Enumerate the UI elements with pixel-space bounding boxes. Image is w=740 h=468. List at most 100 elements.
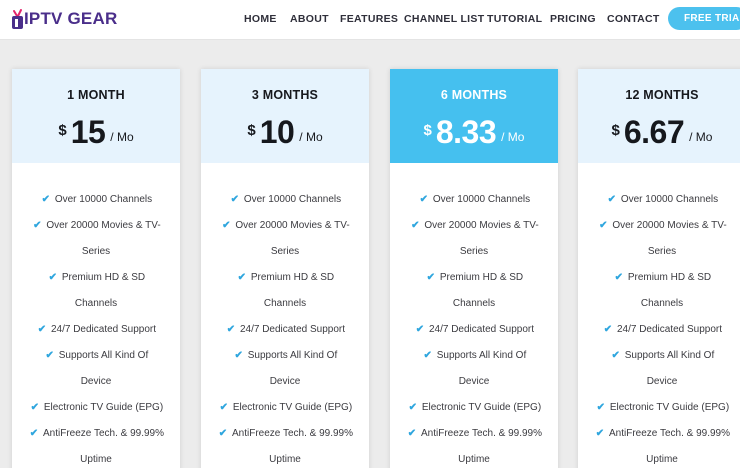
check-icon: ✔ xyxy=(37,324,47,335)
feature-text-continued: Channels xyxy=(263,298,307,309)
check-icon: ✔ xyxy=(222,220,231,231)
feature-text: Over 20000 Movies & TV- xyxy=(235,220,350,231)
feature-text: Over 10000 Channels xyxy=(243,194,342,205)
check-icon: ✔ xyxy=(599,220,608,231)
feature-text: Electronic TV Guide (EPG) xyxy=(609,402,730,413)
feature-text-continued: Series xyxy=(647,246,677,257)
feature-text-continued: Series xyxy=(81,246,111,257)
check-icon: ✔ xyxy=(29,428,39,439)
pricing-card: 12 MONTHS $6.67/ Mo ✔ Over 10000 Channels ✔ O… xyxy=(578,69,740,468)
feature-item: ✔ Over 20000 Movies & TV- xyxy=(390,213,558,239)
feature-text: AntiFreeze Tech. & 99.99% xyxy=(421,428,542,439)
feature-text: Over 20000 Movies & TV- xyxy=(612,220,727,231)
feature-text-continued: Series xyxy=(270,246,300,257)
feature-text: Electronic TV Guide (EPG) xyxy=(421,402,542,413)
feature-text-continued: Series xyxy=(459,246,489,257)
check-icon: ✔ xyxy=(33,220,42,231)
feature-text-continued: Channels xyxy=(640,298,684,309)
check-icon: ✔ xyxy=(415,324,425,335)
feature-text-continued: Device xyxy=(646,376,678,387)
feature-list: ✔ Over 10000 Channels ✔ Over 20000 Movies &… xyxy=(12,187,180,468)
feature-item: ✔ Over 10000 Channels xyxy=(201,187,369,213)
currency-symbol: $ xyxy=(611,122,620,139)
currency-symbol: $ xyxy=(423,122,432,139)
check-icon: ✔ xyxy=(426,272,435,283)
feature-text: 24/7 Dedicated Support xyxy=(616,324,723,335)
feature-item: ✔ 24/7 Dedicated Support xyxy=(390,317,558,343)
free-trial-button[interactable]: FREE TRIAL xyxy=(668,7,740,30)
feature-text-continued: Uptime xyxy=(458,454,490,465)
feature-item: ✔ AntiFreeze Tech. & 99.99% xyxy=(12,421,180,447)
check-icon: ✔ xyxy=(607,194,617,205)
feature-text: Over 20000 Movies & TV- xyxy=(424,220,539,231)
feature-item: ✔ 24/7 Dedicated Support xyxy=(201,317,369,343)
currency-symbol: $ xyxy=(247,122,256,139)
feature-text-continued: Device xyxy=(269,376,301,387)
check-icon: ✔ xyxy=(41,194,51,205)
plan-name: 6 MONTHS xyxy=(440,88,508,102)
nav-tutorial[interactable]: TUTORIAL xyxy=(487,13,542,25)
nav-home[interactable]: HOME xyxy=(244,13,277,25)
price-amount: 10 xyxy=(259,114,295,150)
price-amount: 15 xyxy=(70,114,106,150)
pricing-card: 6 MONTHS $8.33/ Mo ✔ Over 10000 Channels ✔ Ov… xyxy=(390,69,558,468)
feature-item: ✔ 24/7 Dedicated Support xyxy=(578,317,740,343)
nav-features[interactable]: FEATURES xyxy=(340,13,398,25)
feature-item: ✔ Electronic TV Guide (EPG) xyxy=(578,395,740,421)
feature-item: ✔ Electronic TV Guide (EPG) xyxy=(390,395,558,421)
feature-text-continued: Channels xyxy=(74,298,118,309)
feature-text-continued: Uptime xyxy=(646,454,678,465)
feature-text: Premium HD & SD xyxy=(439,272,524,283)
card-header: 6 MONTHS $8.33 / Mo xyxy=(390,69,558,163)
feature-item: ✔ Over 20000 Movies & TV- xyxy=(201,213,369,239)
plan-name: 3 MONTHS xyxy=(251,88,319,102)
price-row: $15 / Mo xyxy=(12,111,180,149)
pricing-card: 3 MONTHS $10/ Mo ✔ Over 10000 Channels ✔ Over… xyxy=(201,69,369,468)
price-period: / Mo xyxy=(110,130,134,144)
check-icon: ✔ xyxy=(595,428,605,439)
feature-list: ✔ Over 10000 Channels ✔ Over 20000 Movies &… xyxy=(578,187,740,468)
check-icon: ✔ xyxy=(407,428,417,439)
feature-item: ✔ Over 10000 Channels xyxy=(578,187,740,213)
check-icon: ✔ xyxy=(237,272,246,283)
feature-item: ✔ Over 20000 Movies & TV- xyxy=(12,213,180,239)
feature-text: 24/7 Dedicated Support xyxy=(428,324,535,335)
feature-item: ✔ Over 20000 Movies & TV- xyxy=(578,213,740,239)
nav-contact[interactable]: CONTACT xyxy=(607,13,660,25)
feature-list: ✔ Over 10000 Channels ✔ Over 20000 Movies &… xyxy=(201,187,369,468)
feature-text-continued: Channels xyxy=(452,298,496,309)
check-icon: ✔ xyxy=(596,402,606,413)
feature-text: AntiFreeze Tech. & 99.99% xyxy=(232,428,353,439)
feature-item: ✔ Premium HD & SD xyxy=(12,265,180,291)
feature-item: ✔ 24/7 Dedicated Support xyxy=(12,317,180,343)
top-navbar: IPTV GEAR HOME ABOUT FEATURES CHANNEL LI… xyxy=(0,0,740,40)
price-period: / Mo xyxy=(299,130,323,144)
check-icon: ✔ xyxy=(611,350,620,361)
plan-name: 12 MONTHS xyxy=(625,88,699,102)
feature-item: ✔ Premium HD & SD xyxy=(578,265,740,291)
price-row: $10 / Mo xyxy=(201,111,369,149)
check-icon: ✔ xyxy=(30,402,40,413)
main-nav: HOME ABOUT FEATURES CHANNEL LIST TUTORIA… xyxy=(0,0,740,38)
feature-item: ✔ AntiFreeze Tech. & 99.99% xyxy=(201,421,369,447)
feature-text: Supports All Kind Of xyxy=(247,350,338,361)
nav-pricing[interactable]: PRICING xyxy=(550,13,596,25)
feature-text-continued: Device xyxy=(458,376,490,387)
price-period: / Mo xyxy=(501,130,525,144)
feature-text: 24/7 Dedicated Support xyxy=(50,324,157,335)
feature-text: AntiFreeze Tech. & 99.99% xyxy=(43,428,164,439)
nav-channel-list[interactable]: CHANNEL LIST xyxy=(404,13,484,25)
check-icon: ✔ xyxy=(423,350,432,361)
feature-item: ✔ Supports All Kind Of xyxy=(390,343,558,369)
pricing-card: 1 MONTH $15/ Mo ✔ Over 10000 Channels ✔ Over … xyxy=(12,69,180,468)
feature-text: Over 20000 Movies & TV- xyxy=(46,220,161,231)
nav-about[interactable]: ABOUT xyxy=(290,13,329,25)
feature-item: ✔ Electronic TV Guide (EPG) xyxy=(12,395,180,421)
feature-list: ✔ Over 10000 Channels ✔ Over 20000 Movies &… xyxy=(390,187,558,468)
price-amount: 8.33 xyxy=(435,114,497,150)
check-icon: ✔ xyxy=(234,350,243,361)
feature-item: ✔ Electronic TV Guide (EPG) xyxy=(201,395,369,421)
check-icon: ✔ xyxy=(614,272,623,283)
feature-text: Premium HD & SD xyxy=(250,272,335,283)
plan-name: 1 MONTH xyxy=(67,88,125,102)
